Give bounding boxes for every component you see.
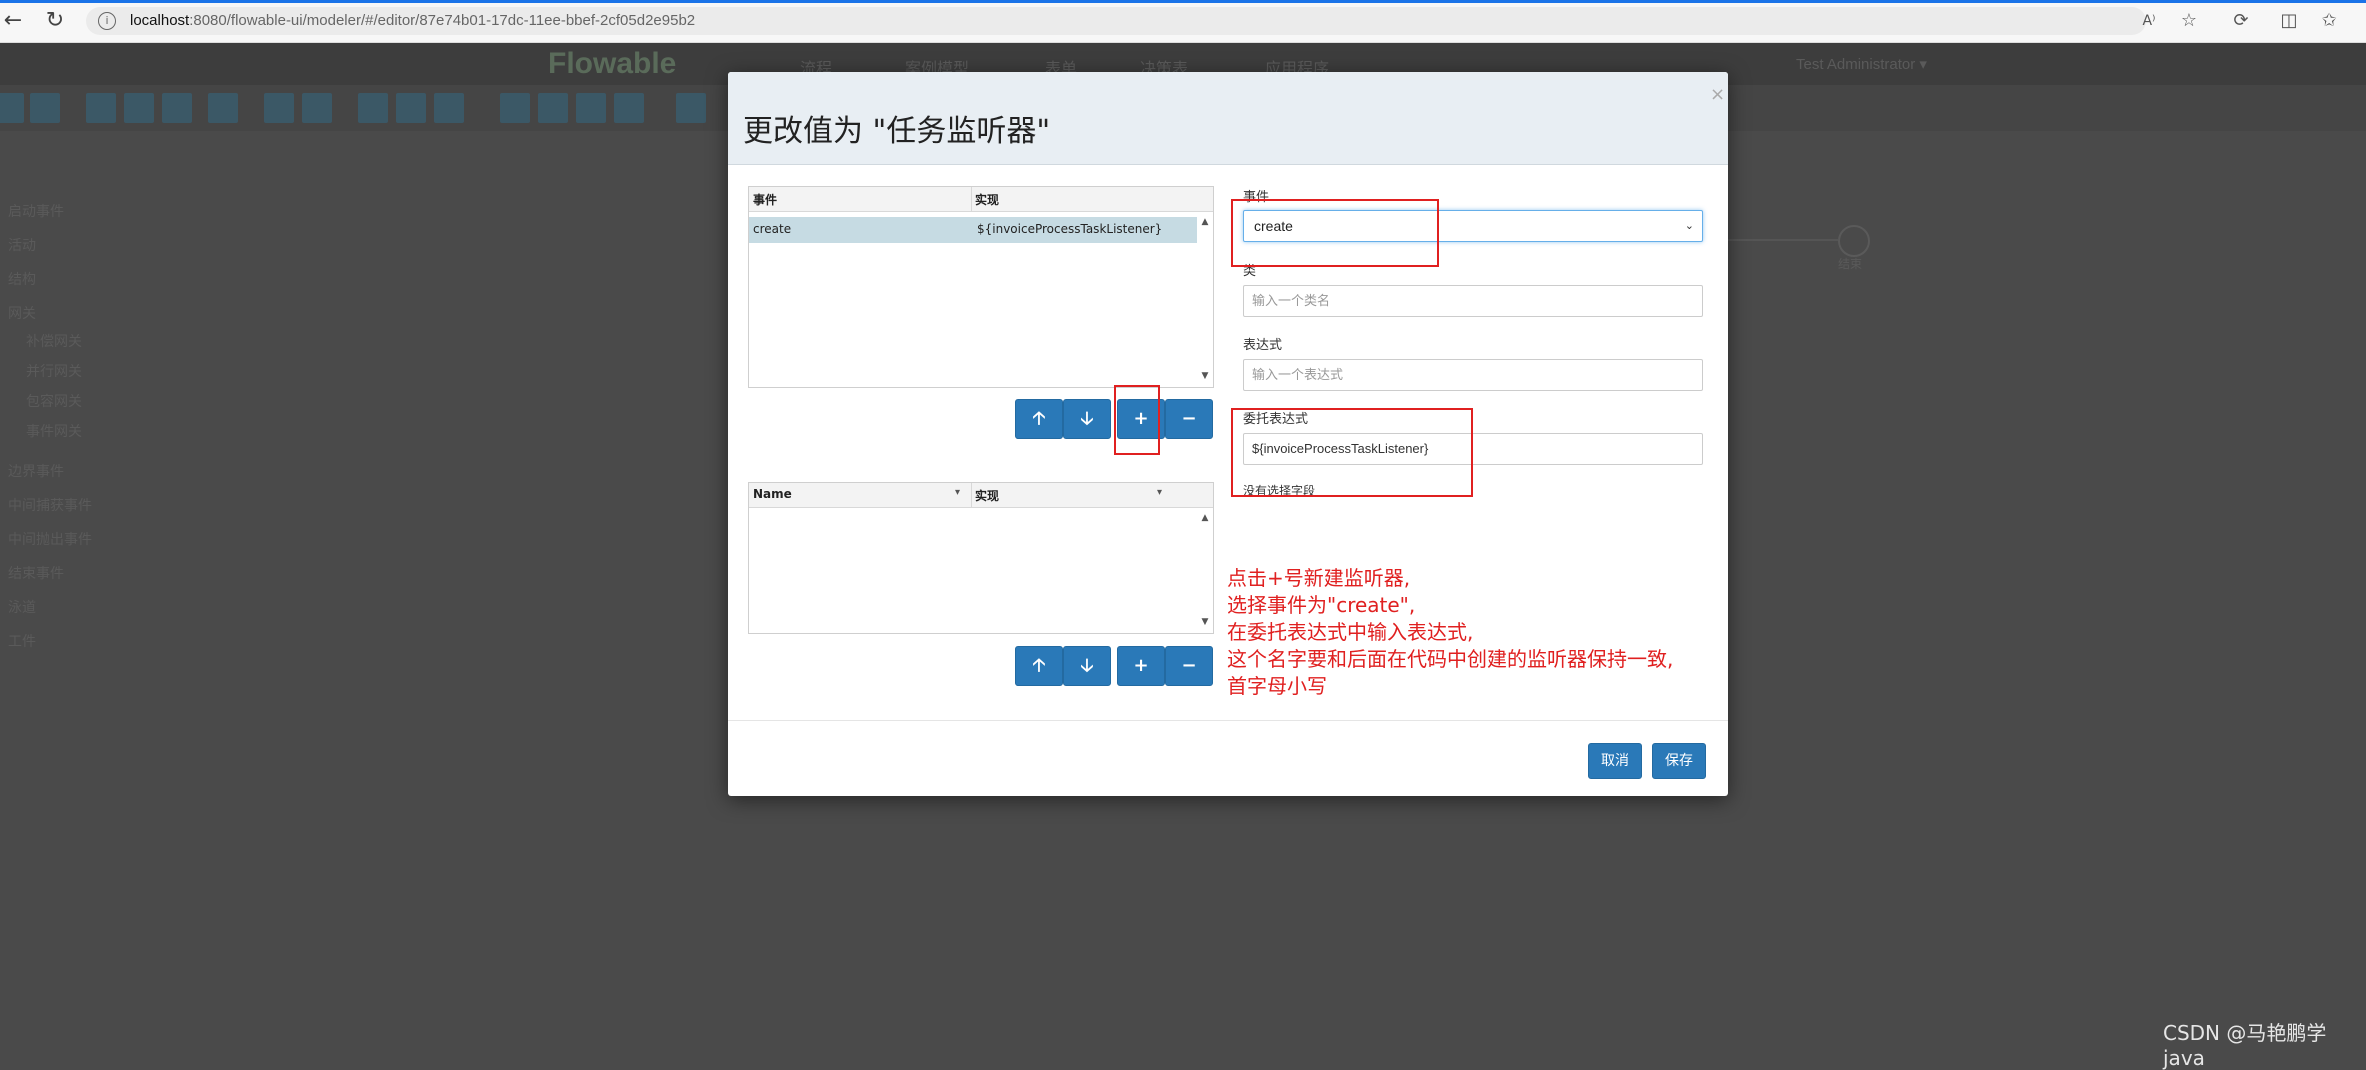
validate-icon <box>30 93 60 123</box>
palette-start-events: 启动事件 <box>8 203 64 219</box>
scroll-up-icon[interactable]: ▲ <box>1199 513 1211 523</box>
end-event-label: 结束 <box>1838 257 1863 271</box>
favorite-star-icon[interactable]: ☆ <box>2178 10 2200 32</box>
read-aloud-icon[interactable]: A⁾ <box>2138 10 2160 32</box>
end-event-shape <box>1838 225 1870 257</box>
column-event[interactable]: 事件 <box>753 191 777 208</box>
cut-icon <box>86 93 116 123</box>
highlight-delegate-expression <box>1231 408 1473 497</box>
delete-icon <box>208 93 238 123</box>
annotation-line: 选择事件为"create", <box>1227 593 1416 617</box>
split-screen-icon[interactable]: ◫ <box>2278 10 2300 32</box>
palette-exclusive-gateway: 补偿网关 <box>26 333 82 349</box>
palette-artifacts: 工件 <box>8 633 36 649</box>
annotation-line: 点击+号新建监听器, <box>1227 566 1411 590</box>
dialog-footer-divider <box>728 720 1728 721</box>
align-horizontal-icon <box>358 93 388 123</box>
field-move-down-button[interactable]: 🡣 <box>1063 646 1111 686</box>
palette-parallel-gateway: 并行网关 <box>26 363 82 379</box>
palette-structural: 结构 <box>8 271 36 287</box>
save-model-icon <box>0 93 24 123</box>
palette-intermediate-catch: 中间捕获事件 <box>8 497 92 513</box>
redo-icon <box>302 93 332 123</box>
same-size-icon <box>434 93 464 123</box>
table-row[interactable]: create ${invoiceProcessTaskListener} <box>749 217 1197 243</box>
column-implementation[interactable]: 实现 <box>975 487 999 504</box>
zoom-in-icon <box>500 93 530 123</box>
scroll-up-icon[interactable]: ▲ <box>1199 217 1211 227</box>
url-text[interactable]: localhost:8080/flowable-ui/modeler/#/edi… <box>130 12 695 29</box>
annotation-line: 首字母小写 <box>1227 674 1327 698</box>
close-icon[interactable]: × <box>1710 84 1725 105</box>
palette-gateways: 网关 <box>8 305 36 321</box>
highlight-add-button <box>1114 385 1160 455</box>
undo-icon <box>264 93 294 123</box>
palette-event-gateway: 事件网关 <box>26 423 82 439</box>
column-divider <box>971 483 972 507</box>
palette-end-events: 结束事件 <box>8 565 64 581</box>
browser-toolbar: ← ↻ i localhost:8080/flowable-ui/modeler… <box>0 0 2366 43</box>
row-impl-cell: ${invoiceProcessTaskListener} <box>977 222 1163 236</box>
palette-swimlanes: 泳道 <box>8 599 36 615</box>
field-move-up-button[interactable]: 🡡 <box>1015 646 1063 686</box>
palette-boundary-events: 边界事件 <box>8 463 64 479</box>
expression-label: 表达式 <box>1243 338 1283 353</box>
annotation-line: 这个名字要和后面在代码中创建的监听器保持一致, <box>1227 647 1674 671</box>
favorites-bar-icon[interactable]: ✩ <box>2318 10 2340 32</box>
dialog-header: 更改值为 "任务监听器" × <box>728 72 1728 165</box>
remove-listener-button[interactable]: − <box>1165 399 1213 439</box>
row-event-cell: create <box>753 222 792 236</box>
address-bar[interactable]: i localhost:8080/flowable-ui/modeler/#/e… <box>86 7 2146 35</box>
listeners-grid-header: 事件 实现 <box>749 187 1213 212</box>
fields-grid-header: Name ▾ 实现 ▾ <box>749 483 1213 508</box>
extensions-icon[interactable]: ⟳ <box>2230 10 2252 32</box>
dialog-title: 更改值为 "任务监听器" <box>743 114 1051 149</box>
zoom-out-icon <box>538 93 568 123</box>
column-implementation[interactable]: 实现 <box>975 191 999 208</box>
save-button[interactable]: 保存 <box>1652 743 1706 779</box>
remove-field-button[interactable]: − <box>1165 646 1213 686</box>
scroll-down-icon[interactable]: ▼ <box>1199 617 1211 627</box>
move-up-button[interactable]: 🡡 <box>1015 399 1063 439</box>
align-vertical-icon <box>396 93 426 123</box>
column-divider <box>971 187 972 211</box>
paste-icon <box>162 93 192 123</box>
chevron-down-icon[interactable]: ▾ <box>1157 487 1162 498</box>
chevron-down-icon[interactable]: ▾ <box>955 487 960 498</box>
expression-input[interactable]: 输入一个表达式 <box>1243 359 1703 391</box>
highlight-event-select <box>1231 199 1439 267</box>
palette-activities: 活动 <box>8 237 36 253</box>
flowable-logo: Flowable <box>548 47 677 80</box>
reload-icon[interactable]: ↻ <box>42 8 68 34</box>
zoom-actual-icon <box>576 93 606 123</box>
bend-point-icon <box>676 93 706 123</box>
annotation-line: 在委托表达式中输入表达式, <box>1227 620 1474 644</box>
loading-bar <box>0 0 2366 3</box>
zoom-fit-icon <box>614 93 644 123</box>
listeners-grid: 事件 实现 create ${invoiceProcessTaskListene… <box>748 186 1214 388</box>
cancel-button[interactable]: 取消 <box>1588 743 1642 779</box>
fields-grid: Name ▾ 实现 ▾ ▲ ▼ <box>748 482 1214 634</box>
column-name[interactable]: Name <box>753 487 792 501</box>
add-field-button[interactable]: + <box>1117 646 1165 686</box>
scroll-down-icon[interactable]: ▼ <box>1199 371 1211 381</box>
annotation-text: 点击+号新建监听器, 选择事件为"create", 在委托表达式中输入表达式, … <box>1227 565 1673 700</box>
copy-icon <box>124 93 154 123</box>
watermark: CSDN @马艳鹏学java <box>2163 1021 2327 1070</box>
palette-intermediate-throw: 中间抛出事件 <box>8 531 92 547</box>
chevron-down-icon: ⌄ <box>1684 219 1694 232</box>
palette-inclusive-gateway: 包容网关 <box>26 393 82 409</box>
back-icon[interactable]: ← <box>0 8 26 34</box>
user-menu: Test Administrator ▾ <box>1796 56 1927 73</box>
site-info-icon[interactable]: i <box>98 12 116 30</box>
move-down-button[interactable]: 🡣 <box>1063 399 1111 439</box>
class-input[interactable]: 输入一个类名 <box>1243 285 1703 317</box>
